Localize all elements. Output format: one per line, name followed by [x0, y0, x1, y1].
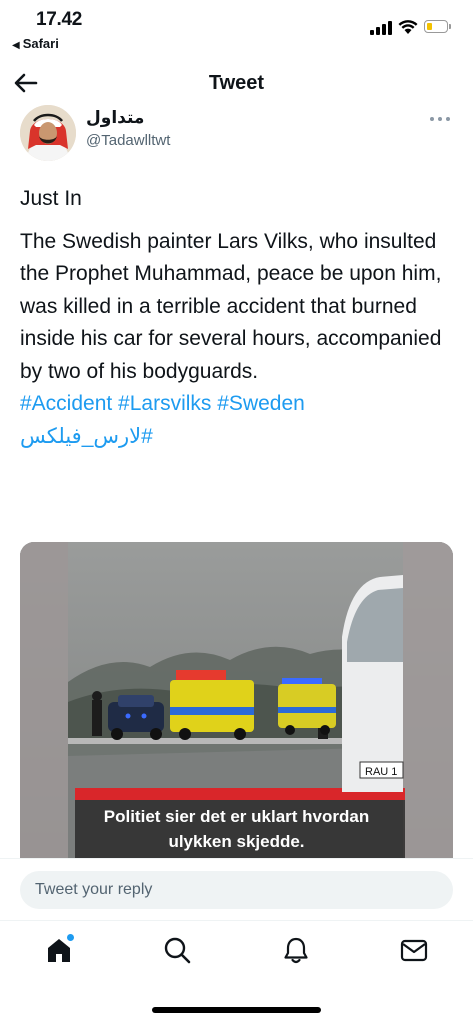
tweet-body: The Swedish painter Lars Vilks, who insu…: [20, 229, 442, 383]
avatar[interactable]: [20, 105, 76, 161]
avatar-image: [20, 105, 76, 161]
more-horizontal-icon[interactable]: [430, 114, 452, 124]
search-icon: [164, 937, 191, 964]
tweet-media-video[interactable]: RAU 1 Politiet sier det er uklart hvorda…: [20, 542, 453, 872]
notification-dot: [66, 933, 75, 942]
tab-notifications[interactable]: [281, 935, 311, 965]
video-caption-line-1: Politiet sier det er uklart hvordan: [103, 807, 370, 826]
tab-messages[interactable]: [399, 935, 429, 965]
author-handle[interactable]: @Tadawlltwt: [86, 132, 170, 149]
home-indicator[interactable]: [152, 1007, 321, 1013]
back-app-label: Safari: [22, 36, 59, 51]
tweet-text: Just In The Swedish painter Lars Vilks, …: [20, 183, 460, 453]
author-display-name[interactable]: متداول: [86, 108, 144, 128]
tweet-intro: Just In: [20, 187, 82, 210]
page-title: Tweet: [208, 72, 265, 94]
cellular-signal-icon: [370, 20, 394, 35]
tab-home[interactable]: [44, 933, 75, 965]
back-triangle-icon: ◀: [12, 40, 20, 51]
reply-input[interactable]: Tweet your reply: [20, 871, 453, 909]
tweet-arabic-hashtag[interactable]: #لارس_فيلكس: [20, 421, 153, 454]
bottom-tab-bar: [0, 920, 473, 981]
tab-search[interactable]: [162, 935, 192, 965]
back-to-app-link[interactable]: ◀ Safari: [12, 36, 59, 51]
license-plate-text: RAU 1: [365, 766, 397, 778]
video-caption: Politiet sier det er uklart hvordan ulyk…: [20, 804, 453, 854]
battery-icon: [424, 20, 451, 34]
video-caption-line-2: ulykken skjedde.: [168, 832, 305, 851]
reply-bar: Tweet your reply: [0, 858, 473, 921]
tweet-hashtags[interactable]: #Accident #Larsvilks #Sweden: [20, 388, 460, 421]
messages-icon: [400, 939, 428, 962]
status-time: 17.42: [36, 9, 83, 30]
status-bar: 17.42 ◀ Safari: [0, 0, 473, 56]
tweet-header: Tweet: [0, 60, 473, 106]
wifi-icon: [398, 20, 418, 34]
notifications-icon: [284, 937, 308, 964]
